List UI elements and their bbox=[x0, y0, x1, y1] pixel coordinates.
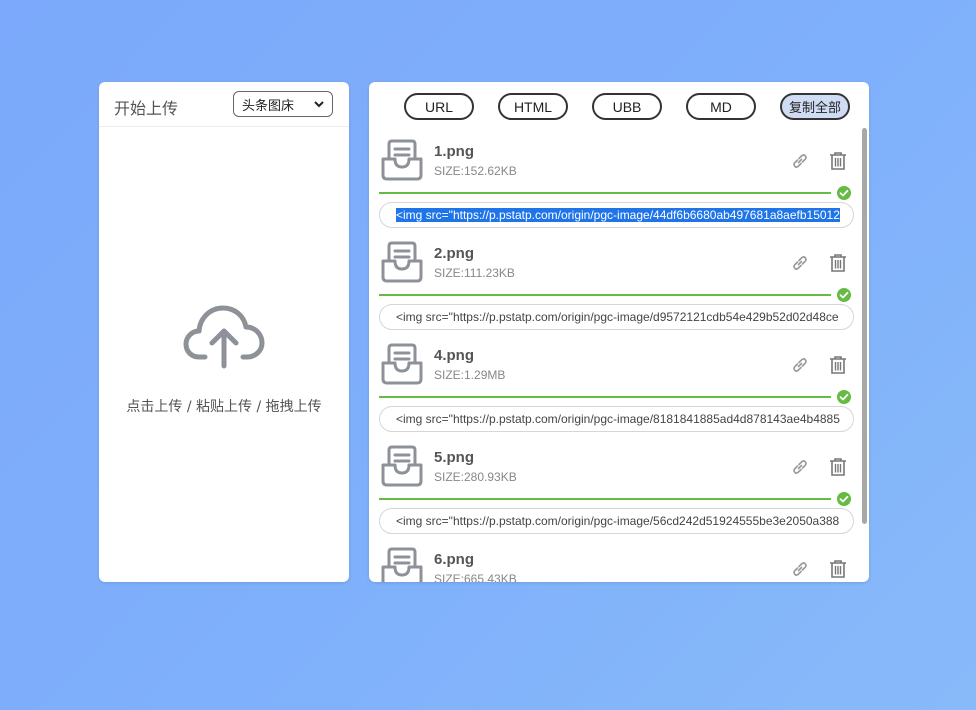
file-name: 6.png bbox=[434, 551, 474, 568]
file-list: 1.png SIZE:152.62KB <img src="https://p.… bbox=[369, 128, 869, 582]
scrollbar-thumb[interactable] bbox=[862, 128, 867, 524]
file-size: SIZE:665.43KB bbox=[434, 572, 517, 582]
image-code-field[interactable]: <img src="https://p.pstatp.com/origin/pg… bbox=[379, 406, 854, 432]
upload-drop-zone[interactable]: 点击上传 / 粘贴上传 / 拖拽上传 bbox=[99, 127, 349, 582]
check-circle-icon bbox=[837, 492, 851, 506]
inbox-tray-icon bbox=[381, 343, 423, 385]
image-code-field[interactable]: <img src="https://p.pstatp.com/origin/pg… bbox=[379, 508, 854, 534]
chevron-down-icon bbox=[314, 101, 324, 108]
trash-icon[interactable] bbox=[829, 151, 847, 171]
result-panel: URL HTML UBB MD 复制全部 1.png SIZE:152.62KB bbox=[369, 82, 869, 582]
inbox-tray-icon bbox=[381, 139, 423, 181]
trash-icon[interactable] bbox=[829, 559, 847, 579]
file-name: 5.png bbox=[434, 449, 474, 466]
trash-icon[interactable] bbox=[829, 355, 847, 375]
file-item: 2.png SIZE:111.23KB <img src="https://p.… bbox=[369, 230, 859, 332]
upload-progress-bar bbox=[379, 396, 831, 398]
image-code-field[interactable]: <img src="https://p.pstatp.com/origin/pg… bbox=[379, 304, 854, 330]
file-name: 2.png bbox=[434, 245, 474, 262]
check-circle-icon bbox=[837, 390, 851, 404]
file-item: 5.png SIZE:280.93KB <img src="https://p.… bbox=[369, 434, 859, 536]
upload-progress-bar bbox=[379, 294, 831, 296]
format-ubb-button[interactable]: UBB bbox=[592, 93, 662, 120]
inbox-tray-icon bbox=[381, 547, 423, 582]
file-size: SIZE:111.23KB bbox=[434, 266, 515, 280]
upload-title: 开始上传 bbox=[114, 99, 179, 118]
file-size: SIZE:1.29MB bbox=[434, 368, 506, 382]
image-host-select[interactable]: 头条图床 bbox=[233, 91, 333, 117]
check-circle-icon bbox=[837, 288, 851, 302]
file-item: 6.png SIZE:665.43KB bbox=[369, 536, 859, 582]
trash-icon[interactable] bbox=[829, 253, 847, 273]
selected-code-text: <img src="https://p.pstatp.com/origin/pg… bbox=[396, 208, 840, 222]
file-size: SIZE:152.62KB bbox=[434, 164, 517, 178]
image-code-field[interactable]: <img src="https://p.pstatp.com/origin/pg… bbox=[379, 202, 854, 228]
scrollbar[interactable] bbox=[861, 128, 869, 582]
format-html-button[interactable]: HTML bbox=[498, 93, 568, 120]
upload-panel: 开始上传 头条图床 点击上传 / 粘贴上传 / 拖拽上传 bbox=[99, 82, 349, 582]
check-circle-icon bbox=[837, 186, 851, 200]
link-icon[interactable] bbox=[790, 253, 810, 273]
file-item: 4.png SIZE:1.29MB <img src="https://p.ps… bbox=[369, 332, 859, 434]
format-md-button[interactable]: MD bbox=[686, 93, 756, 120]
format-url-button[interactable]: URL bbox=[404, 93, 474, 120]
cloud-upload-icon bbox=[183, 305, 265, 369]
link-icon[interactable] bbox=[790, 151, 810, 171]
trash-icon[interactable] bbox=[829, 457, 847, 477]
file-size: SIZE:280.93KB bbox=[434, 470, 517, 484]
file-item: 1.png SIZE:152.62KB <img src="https://p.… bbox=[369, 128, 859, 230]
inbox-tray-icon bbox=[381, 445, 423, 487]
upload-progress-bar bbox=[379, 498, 831, 500]
upload-progress-bar bbox=[379, 192, 831, 194]
file-name: 4.png bbox=[434, 347, 474, 364]
link-icon[interactable] bbox=[790, 559, 810, 579]
inbox-tray-icon bbox=[381, 241, 423, 283]
link-icon[interactable] bbox=[790, 355, 810, 375]
copy-all-button[interactable]: 复制全部 bbox=[780, 93, 850, 120]
upload-hint: 点击上传 / 粘贴上传 / 拖拽上传 bbox=[126, 399, 322, 415]
file-name: 1.png bbox=[434, 143, 474, 160]
link-icon[interactable] bbox=[790, 457, 810, 477]
upload-panel-header: 开始上传 头条图床 bbox=[99, 82, 349, 127]
image-host-select-value: 头条图床 bbox=[242, 98, 295, 114]
